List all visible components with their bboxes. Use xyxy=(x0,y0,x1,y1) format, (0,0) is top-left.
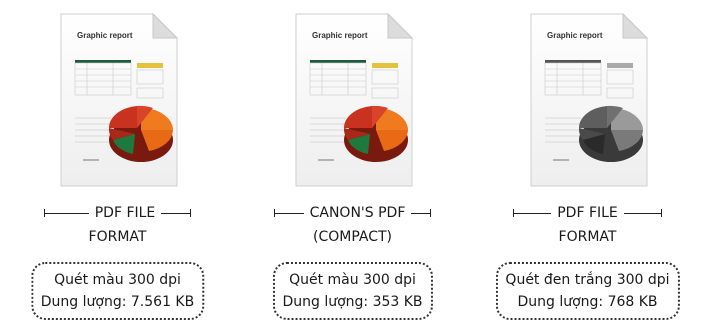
scan-setting: Quét đen trắng 300 dpi xyxy=(505,272,670,288)
pdf-document-icon: Graphic report xyxy=(523,8,653,193)
caption-line-2: (COMPACT) xyxy=(312,229,392,245)
pdf-document-icon: Graphic report xyxy=(53,8,183,193)
file-size: Dung lượng: 768 KB xyxy=(517,294,658,310)
file-size: Dung lượng: 353 KB xyxy=(282,294,423,310)
caption-rule-right xyxy=(411,208,432,218)
file-size: Dung lượng: 7.561 KB xyxy=(40,294,195,310)
pie-chart-icon xyxy=(578,105,643,162)
info-box: Quét màu 300 dpi Dung lượng: 353 KB xyxy=(272,262,433,320)
document-page-graphic: Graphic report xyxy=(295,12,413,187)
caption-line-1: PDF FILE xyxy=(557,205,618,221)
document-card-2: Graphic report CANON'S PDF (COMPACT) Qué… xyxy=(235,0,470,336)
scan-setting: Quét màu 300 dpi xyxy=(54,272,181,288)
doc-title-text: Graphic report xyxy=(77,31,133,40)
caption-rule-left xyxy=(513,208,552,218)
caption-line-2: FORMAT xyxy=(558,229,617,245)
info-box: Quét đen trắng 300 dpi Dung lượng: 768 K… xyxy=(495,262,680,320)
caption-rule-right xyxy=(161,208,192,218)
document-page-graphic: Graphic report xyxy=(530,12,648,187)
document-card-1: Graphic report PDF FILE FORMAT Quét màu … xyxy=(0,0,235,336)
pie-chart-icon xyxy=(343,105,408,162)
pdf-document-icon: Graphic report xyxy=(288,8,418,193)
caption-line-1: PDF FILE xyxy=(94,205,156,221)
document-card-3: Graphic report PDF FILE FORMAT Quét đen … xyxy=(470,0,705,336)
doc-title-text: Graphic report xyxy=(312,31,368,40)
document-page-graphic: Graphic report xyxy=(60,12,178,187)
caption-line-1: CANON'S PDF xyxy=(309,205,406,221)
doc-title-text: Graphic report xyxy=(547,31,603,40)
info-box: Quét màu 300 dpi Dung lượng: 7.561 KB xyxy=(30,262,205,320)
caption-rule-left xyxy=(43,208,89,218)
caption-line-2: FORMAT xyxy=(88,229,147,245)
caption-rule-left xyxy=(273,208,304,218)
pie-chart-icon xyxy=(108,105,173,162)
caption-rule-right xyxy=(623,208,662,218)
scan-setting: Quét màu 300 dpi xyxy=(289,272,416,288)
